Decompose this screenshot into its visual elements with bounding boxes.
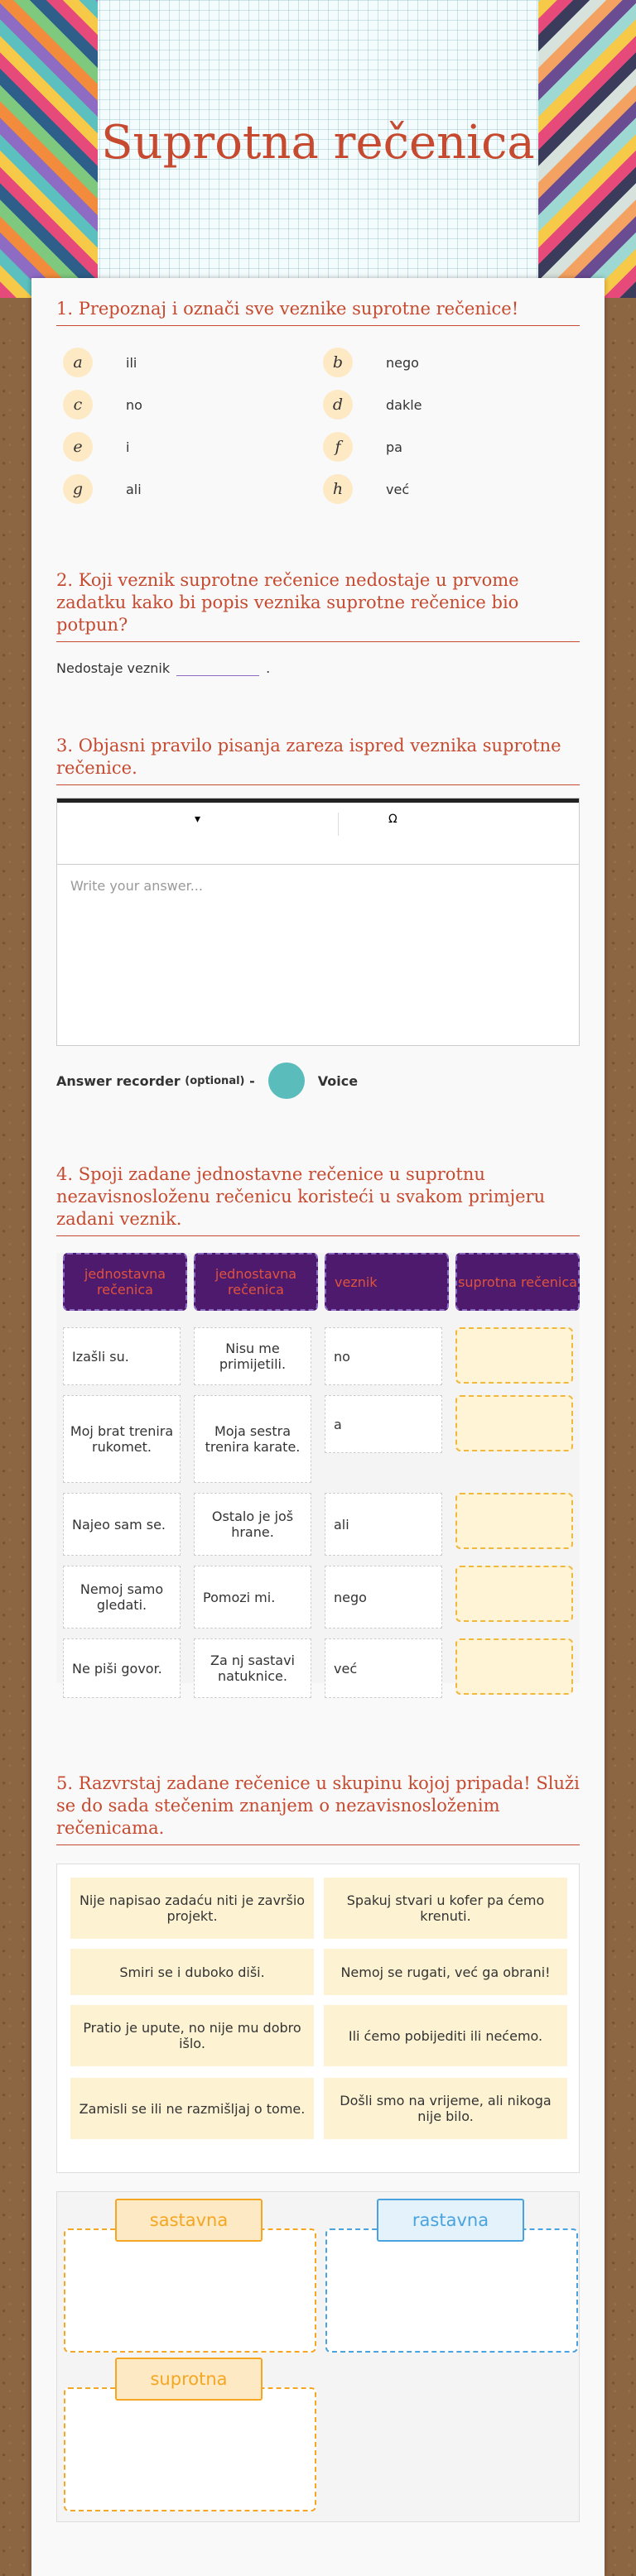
format-dropdown[interactable]: ▾ [57,813,339,836]
dropdown-arrow-icon: ▾ [194,813,201,826]
q4-heading: 4. Spoji zadane jednostavne rečenice u s… [56,1163,580,1236]
sentence-card[interactable]: Smiri se i duboko diši. [70,1949,314,1995]
option-letter-a: a [63,348,93,377]
sentence-card[interactable]: Zamisli se ili ne razmišljaj o tome. [70,2078,314,2139]
header-simple-sentence-2: jednostavna rečenica [194,1253,318,1311]
sentence-card[interactable]: Pratio je upute, no nije mu dobro išlo. [70,2005,314,2066]
q1-heading: 1. Prepoznaj i označi sve veznike suprot… [56,298,580,326]
row2-conjunction: a [325,1395,442,1453]
q4-matching-grid: jednostavna rečenica jednostavna rečenic… [56,1253,580,1698]
q5-card-pool: Nije napisao zadaću niti je završio proj… [56,1864,580,2173]
voice-label: Voice [317,1072,359,1089]
record-button[interactable] [267,1063,305,1099]
label-suprotna: suprotna [115,2358,263,2401]
q4-section: 4. Spoji zadane jednostavne rečenice u s… [56,1163,580,1236]
worksheet: 1. Prepoznaj i označi sve veznike suprot… [31,278,605,2576]
sentence-card[interactable]: Spakuj stvari u kofer pa ćemo krenuti. [324,1878,567,1939]
q2-suffix: . [266,660,271,676]
sentence-card[interactable]: Nemoj se rugati, već ga obrani! [324,1949,567,1995]
row2-drop-zone[interactable] [455,1395,573,1451]
header-graph-paper: Suprotna rečenica [0,0,636,298]
q5-heading: 5. Razvrstaj zadane rečenice u skupinu k… [56,1772,580,1845]
q1-option-b[interactable]: b nego [323,348,419,377]
option-letter-e: e [63,432,93,462]
row3-sentence1[interactable]: Najeo sam se. [63,1493,181,1556]
row1-conjunction: no [325,1327,442,1385]
sentence-card[interactable]: Došli smo na vrijeme, ali nikoga nije bi… [324,2078,567,2139]
q1-option-c[interactable]: c no [63,390,142,420]
q1-section: 1. Prepoznaj i označi sve veznike suprot… [56,298,580,326]
recorder-optional: (optional) [185,1074,245,1087]
option-text-a: ili [126,354,137,371]
option-letter-d: d [323,390,353,420]
q1-option-a[interactable]: a ili [63,348,137,377]
label-rastavna: rastavna [377,2199,524,2242]
omega-icon: Ω [388,813,398,826]
answer-recorder: Answer recorder (optional) - Voice [56,1063,358,1099]
q2-prefix: Nedostaje veznik [56,660,171,676]
drop-zone-rastavna[interactable] [325,2228,578,2353]
editor-toolbar: ▾ Ω [57,799,579,865]
sentence-card[interactable]: Ili ćemo pobijediti ili nećemo. [324,2005,567,2066]
row2-sentence1[interactable]: Moj brat trenira rukomet. [63,1395,181,1483]
drop-zone-suprotna[interactable] [64,2387,316,2511]
row3-sentence2[interactable]: Ostalo je još hrane. [194,1493,311,1556]
header-conjunction: veznik [325,1253,449,1311]
q2-heading: 2. Koji veznik suprotne rečenice nedosta… [56,569,580,642]
row5-drop-zone[interactable] [455,1638,573,1695]
row2-sentence2[interactable]: Moja sestra trenira karate. [194,1395,311,1483]
label-sastavna: sastavna [115,2199,263,2242]
drop-zone-sastavna[interactable] [64,2228,316,2353]
row3-conjunction: ali [325,1493,442,1556]
q1-option-f[interactable]: f pa [323,432,402,462]
chevron-pattern-right [538,0,636,298]
option-letter-b: b [323,348,353,377]
row4-drop-zone[interactable] [455,1566,573,1622]
q5-section: 5. Razvrstaj zadane rečenice u skupinu k… [56,1772,580,1845]
option-letter-g: g [63,474,93,504]
special-char-button[interactable]: Ω [339,813,398,826]
q3-section: 3. Objasni pravilo pisanja zareza ispred… [56,735,580,785]
option-text-e: i [126,439,130,455]
row4-sentence2[interactable]: Pomozi mi. [194,1566,311,1629]
answer-textarea[interactable]: Write your answer... [57,865,579,907]
q1-option-g[interactable]: g ali [63,474,142,504]
row1-sentence2[interactable]: Nisu me primijetili. [194,1327,311,1385]
row3-drop-zone[interactable] [455,1493,573,1549]
option-letter-f: f [323,432,353,462]
page-title: Suprotna rečenica [101,116,535,170]
option-text-g: ali [126,481,142,497]
option-text-c: no [126,396,142,413]
option-text-d: dakle [386,396,422,413]
option-letter-c: c [63,390,93,420]
option-text-f: pa [386,439,402,455]
option-text-b: nego [386,354,419,371]
header-result-sentence: suprotna rečenica [455,1253,580,1311]
q2-sentence: Nedostaje veznik. [56,660,580,676]
row5-sentence1[interactable]: Ne piši govor. [63,1638,181,1698]
header-simple-sentence-1: jednostavna rečenica [63,1253,187,1311]
recorder-dash: - [249,1072,255,1089]
option-text-h: već [386,481,410,497]
option-letter-h: h [323,474,353,504]
q2-section: 2. Koji veznik suprotne rečenice nedosta… [56,569,580,676]
chevron-pattern-left [0,0,98,298]
row1-drop-zone[interactable] [455,1327,573,1384]
row5-sentence2[interactable]: Za nj sastavi natuknice. [194,1638,311,1698]
q1-option-e[interactable]: ei [63,432,129,462]
sentence-card[interactable]: Nije napisao zadaću niti je završio proj… [70,1878,314,1939]
recorder-label: Answer recorder [56,1072,181,1089]
row4-sentence1[interactable]: Nemoj samo gledati. [63,1566,181,1629]
q3-answer-editor[interactable]: ▾ Ω Write your answer... [56,798,580,1046]
q1-option-h[interactable]: h već [323,474,409,504]
q2-blank-input[interactable] [176,663,260,676]
q3-heading: 3. Objasni pravilo pisanja zareza ispred… [56,735,580,785]
row4-conjunction: nego [325,1566,442,1629]
q5-category-area: sastavna rastavna suprotna [56,2191,580,2522]
row1-sentence1[interactable]: Izašli su. [63,1327,181,1385]
q1-option-d[interactable]: d dakle [323,390,422,420]
row5-conjunction: već [325,1638,442,1698]
